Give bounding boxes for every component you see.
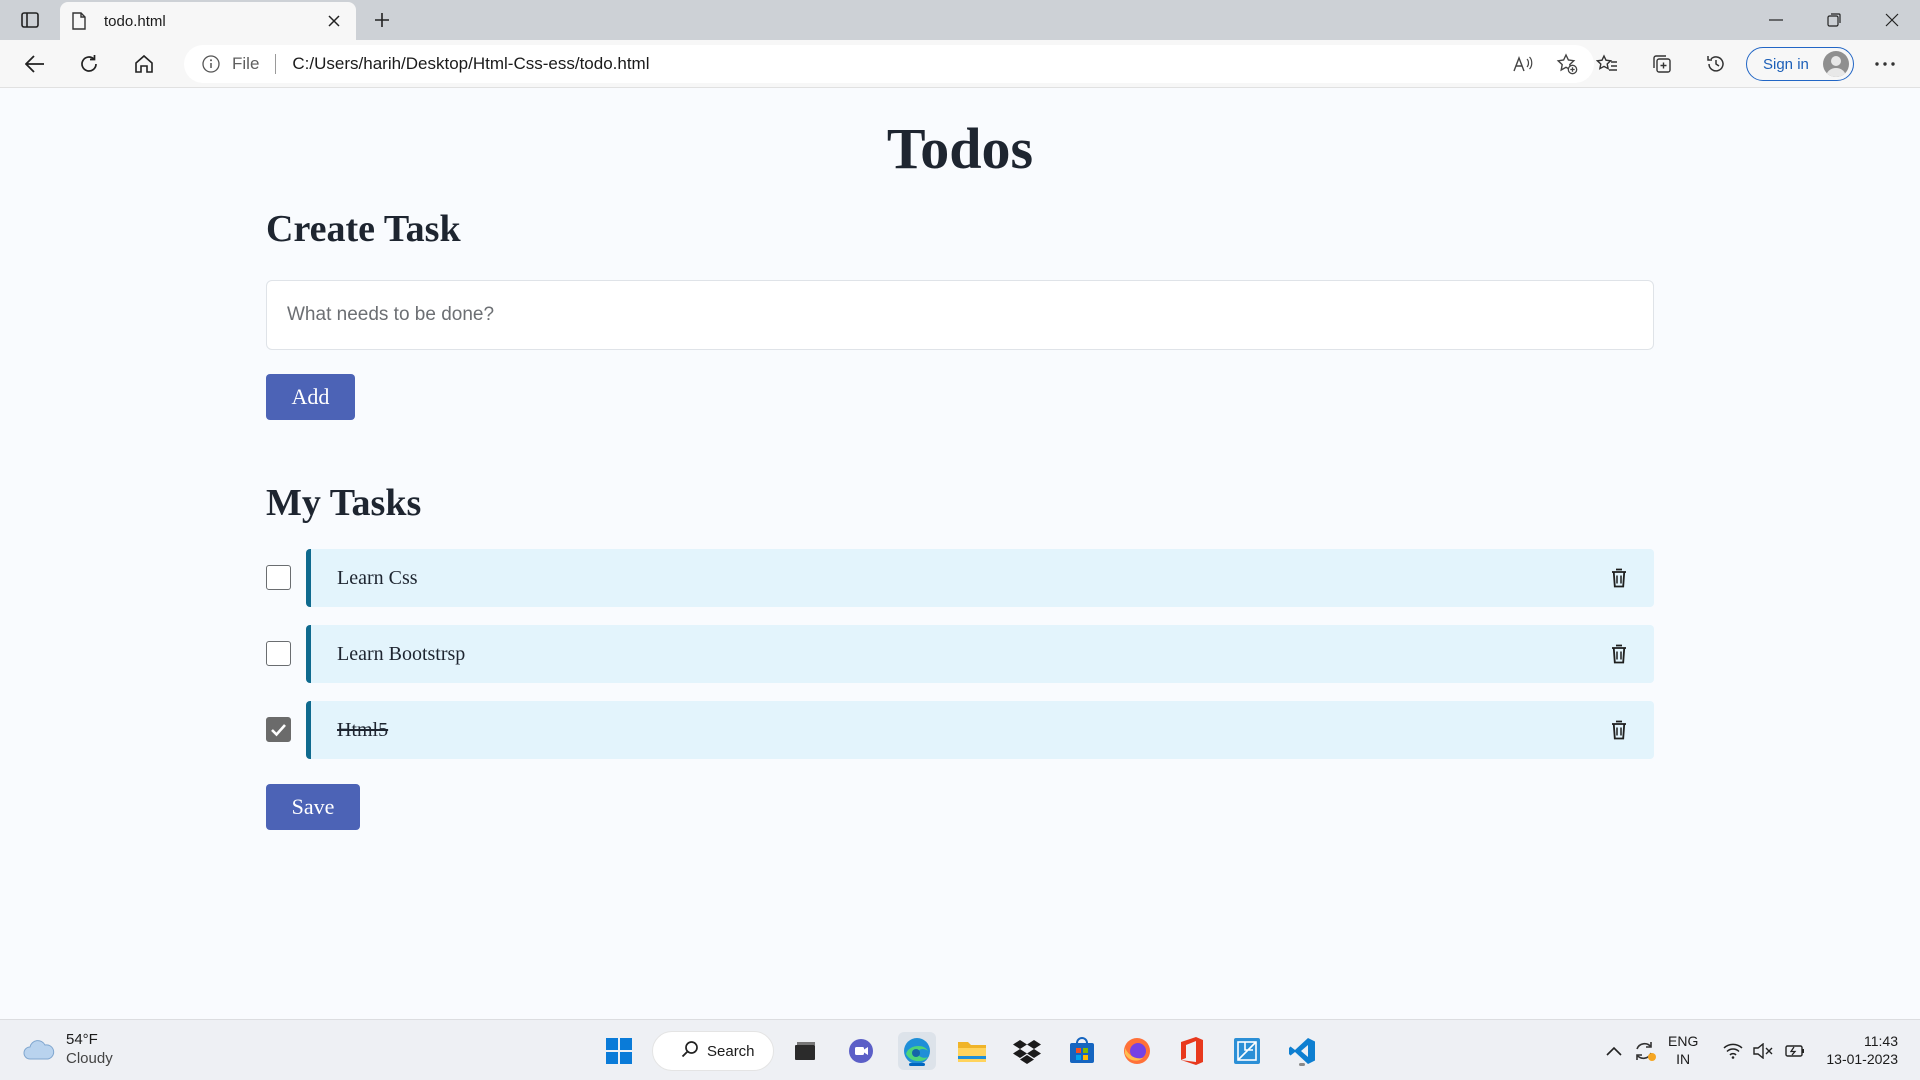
taskbar: 54°F Cloudy Search ENG IN 11:43 13-01-20…	[0, 1019, 1920, 1080]
url-text[interactable]: C:/Users/harih/Desktop/Html-Css-ess/todo…	[292, 54, 1506, 74]
firefox-icon[interactable]	[1118, 1032, 1156, 1070]
trash-icon[interactable]	[1602, 637, 1636, 671]
tab-actions-icon[interactable]	[16, 8, 44, 32]
task-card: Learn Bootstrsp	[306, 625, 1654, 683]
more-icon[interactable]	[1868, 48, 1902, 80]
task-item: Learn Css	[266, 549, 1654, 607]
trash-icon[interactable]	[1602, 713, 1636, 747]
browser-toolbar: File C:/Users/harih/Desktop/Html-Css-ess…	[0, 40, 1920, 88]
read-aloud-icon[interactable]	[1506, 47, 1540, 81]
plus-icon[interactable]	[368, 6, 396, 34]
active-indicator	[909, 1063, 925, 1066]
chat-icon[interactable]	[842, 1032, 880, 1070]
task-label[interactable]: Html5	[337, 719, 1602, 742]
system-clock[interactable]: 11:43 13-01-2023	[1826, 1032, 1898, 1068]
create-task-heading-rest: Task	[375, 208, 461, 250]
my-tasks-heading: My Tasks	[266, 481, 421, 525]
my-tasks-heading-bold: My	[266, 482, 321, 524]
task-view-icon[interactable]	[786, 1032, 824, 1070]
address-bar[interactable]: File C:/Users/harih/Desktop/Html-Css-ess…	[184, 45, 1594, 83]
page-icon	[72, 12, 88, 30]
page-title: Todos	[886, 116, 1034, 181]
taskbar-search[interactable]: Search	[652, 1031, 774, 1071]
checkmark-icon	[271, 723, 286, 736]
sign-in-label: Sign in	[1763, 55, 1809, 73]
create-task-heading-bold: Create	[266, 208, 376, 250]
collections-icon[interactable]	[1645, 48, 1679, 80]
search-icon	[681, 1040, 699, 1063]
history-icon[interactable]	[1699, 48, 1733, 80]
add-button[interactable]: Add	[266, 374, 355, 420]
add-favorite-icon[interactable]	[1550, 47, 1584, 81]
task-item: Learn Bootstrsp	[266, 625, 1654, 683]
search-label: Search	[707, 1042, 755, 1060]
back-icon[interactable]	[18, 48, 52, 80]
dropbox-icon[interactable]	[1008, 1032, 1046, 1070]
running-indicator	[1299, 1063, 1305, 1066]
task-label[interactable]: Learn Bootstrsp	[337, 643, 1602, 666]
weather-condition: Cloudy	[66, 1050, 113, 1067]
weather-temp: 54°F	[66, 1031, 98, 1048]
scheme-label: File	[232, 54, 260, 73]
sign-in-button[interactable]: Sign in	[1746, 47, 1854, 81]
file-explorer-icon[interactable]	[953, 1032, 991, 1070]
wifi-icon[interactable]	[1720, 1034, 1746, 1068]
address-separator	[275, 54, 277, 74]
home-icon[interactable]	[127, 48, 161, 80]
close-icon[interactable]	[324, 11, 344, 31]
browser-tab-strip: todo.html	[0, 0, 1920, 40]
task-card: Html5	[306, 701, 1654, 759]
sync-icon[interactable]	[1630, 1034, 1660, 1068]
window-close-icon[interactable]	[1864, 0, 1920, 40]
language-indicator[interactable]: ENG IN	[1668, 1032, 1698, 1068]
my-tasks-heading-rest: Tasks	[320, 482, 422, 524]
minimize-icon[interactable]	[1748, 0, 1804, 40]
clock-time: 11:43	[1864, 1033, 1898, 1049]
battery-icon[interactable]	[1780, 1034, 1808, 1068]
task-checkbox[interactable]	[266, 717, 291, 742]
task-item: Html5	[266, 701, 1654, 759]
favorites-icon[interactable]	[1590, 48, 1624, 80]
trash-icon[interactable]	[1602, 561, 1636, 595]
restore-icon[interactable]	[1806, 0, 1862, 40]
mute-icon[interactable]	[1750, 1034, 1776, 1068]
task-checkbox[interactable]	[266, 641, 291, 666]
clock-date: 13-01-2023	[1826, 1051, 1898, 1067]
vscode-icon[interactable]	[1283, 1032, 1321, 1070]
avatar	[1823, 51, 1849, 77]
page-content: Todos Create Task Add My Tasks Learn Css…	[0, 89, 1920, 1019]
task-checkbox[interactable]	[266, 565, 291, 590]
task-label[interactable]: Learn Css	[337, 567, 1602, 590]
tab-title: todo.html	[104, 12, 166, 30]
task-card: Learn Css	[306, 549, 1654, 607]
language-line-1: ENG	[1668, 1033, 1699, 1049]
edge-icon[interactable]	[898, 1032, 936, 1070]
windows-start-icon[interactable]	[600, 1032, 638, 1070]
cloud-icon	[22, 1037, 56, 1061]
save-button[interactable]: Save	[266, 784, 360, 830]
task-input[interactable]	[266, 280, 1654, 350]
weather-widget[interactable]: 54°F Cloudy	[22, 1030, 113, 1068]
language-line-2: IN	[1676, 1051, 1691, 1067]
app-icon[interactable]	[1228, 1032, 1266, 1070]
info-icon[interactable]	[202, 55, 220, 73]
create-task-heading: Create Task	[266, 207, 461, 251]
refresh-icon[interactable]	[72, 48, 106, 80]
store-icon[interactable]	[1063, 1032, 1101, 1070]
chevron-up-icon[interactable]	[1602, 1034, 1626, 1068]
office-icon[interactable]	[1173, 1032, 1211, 1070]
browser-tab[interactable]: todo.html	[60, 2, 356, 40]
